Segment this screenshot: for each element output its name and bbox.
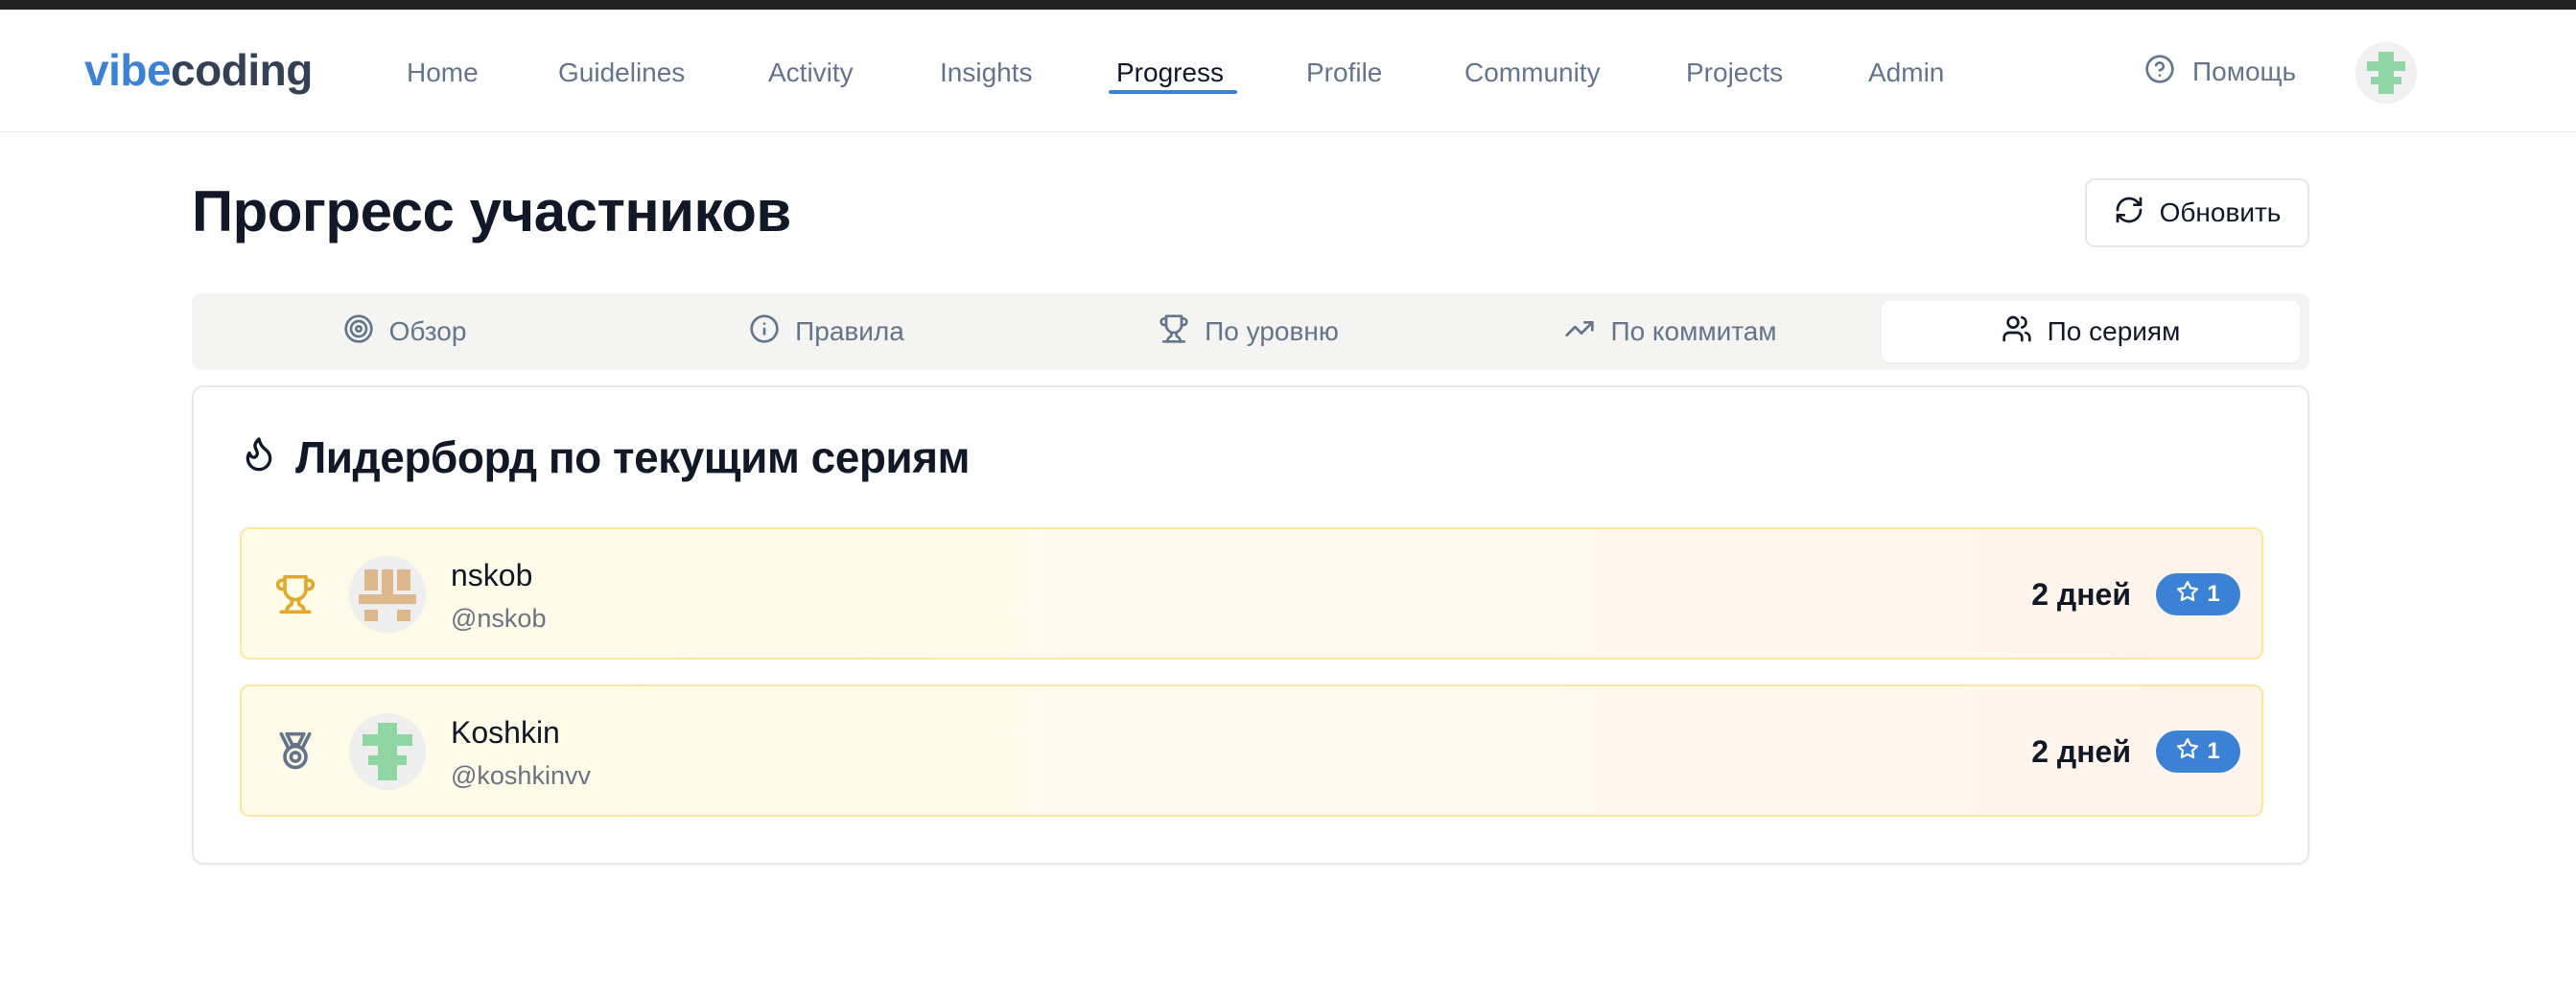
tab-label: По сериям	[2047, 316, 2181, 346]
star-icon	[2176, 737, 2199, 767]
tab-label: Обзор	[388, 316, 467, 346]
trophy-icon	[274, 573, 316, 615]
tab-overview[interactable]: Обзор	[196, 301, 614, 362]
user-handle: @nskob	[451, 604, 547, 633]
nav-home[interactable]: Home	[407, 58, 479, 88]
refresh-icon	[2114, 195, 2144, 232]
user-avatar[interactable]	[2355, 42, 2417, 104]
info-icon	[749, 313, 780, 351]
avatar	[349, 713, 426, 790]
nav-admin[interactable]: Admin	[1868, 58, 1944, 88]
tabs-bar: Обзор Правила По уровню По коммитам По с…	[192, 293, 2309, 370]
help-label: Помощь	[2192, 57, 2297, 86]
trophy-icon	[1159, 313, 1189, 351]
refresh-label: Обновить	[2159, 197, 2282, 227]
target-icon	[343, 313, 374, 351]
help-button[interactable]: Помощь	[2144, 54, 2297, 91]
tab-label: По коммитам	[1610, 316, 1777, 346]
star-icon	[2176, 580, 2199, 610]
help-circle-icon	[2144, 54, 2175, 91]
badge-count: 1	[2207, 581, 2220, 607]
nav-guidelines[interactable]: Guidelines	[558, 58, 685, 88]
nav-projects[interactable]: Projects	[1686, 58, 1783, 88]
tab-by-streaks[interactable]: По сериям	[1882, 301, 2300, 362]
medal-icon	[274, 730, 316, 773]
nav-active-underline	[1109, 90, 1237, 94]
user-name: Koshkin	[451, 715, 560, 750]
leaderboard-row[interactable]: nskob @nskob 2 дней 1	[240, 527, 2263, 660]
tab-rules[interactable]: Правила	[618, 301, 1036, 362]
leaderboard-title: Лидерборд по текущим сериям	[240, 431, 971, 483]
badge-count: 1	[2207, 738, 2220, 764]
user-name: nskob	[451, 558, 533, 592]
logo[interactable]: vibecoding	[84, 44, 313, 96]
nav-insights[interactable]: Insights	[940, 58, 1033, 88]
tab-label: По уровню	[1205, 316, 1339, 346]
streak-days: 2 дней	[2031, 734, 2131, 769]
page-title: Прогресс участников	[192, 179, 791, 243]
leaderboard-row[interactable]: Koshkin @koshkinvv 2 дней 1	[240, 684, 2263, 817]
nav-progress[interactable]: Progress	[1116, 58, 1224, 88]
refresh-button[interactable]: Обновить	[2085, 178, 2309, 247]
user-handle: @koshkinvv	[451, 761, 591, 790]
star-badge: 1	[2156, 573, 2240, 615]
tab-by-commits[interactable]: По коммитам	[1462, 301, 1880, 362]
star-badge: 1	[2156, 730, 2240, 773]
nav-activity[interactable]: Activity	[768, 58, 854, 88]
tab-by-level[interactable]: По уровню	[1040, 301, 1458, 362]
trending-up-icon	[1564, 313, 1595, 351]
leaderboard-card: Лидерборд по текущим сериям nskob @nskob…	[192, 385, 2309, 865]
leaderboard-title-text: Лидерборд по текущим сериям	[295, 432, 971, 482]
tab-label: Правила	[795, 316, 904, 346]
nav-profile[interactable]: Profile	[1306, 58, 1382, 88]
header: vibecoding Home Guidelines Activity Insi…	[0, 10, 2576, 132]
nav-community[interactable]: Community	[1464, 58, 1601, 88]
top-strip	[0, 0, 2576, 10]
streak-days: 2 дней	[2031, 577, 2131, 612]
flame-icon	[240, 431, 278, 483]
avatar	[349, 556, 426, 633]
users-icon	[2002, 313, 2032, 351]
